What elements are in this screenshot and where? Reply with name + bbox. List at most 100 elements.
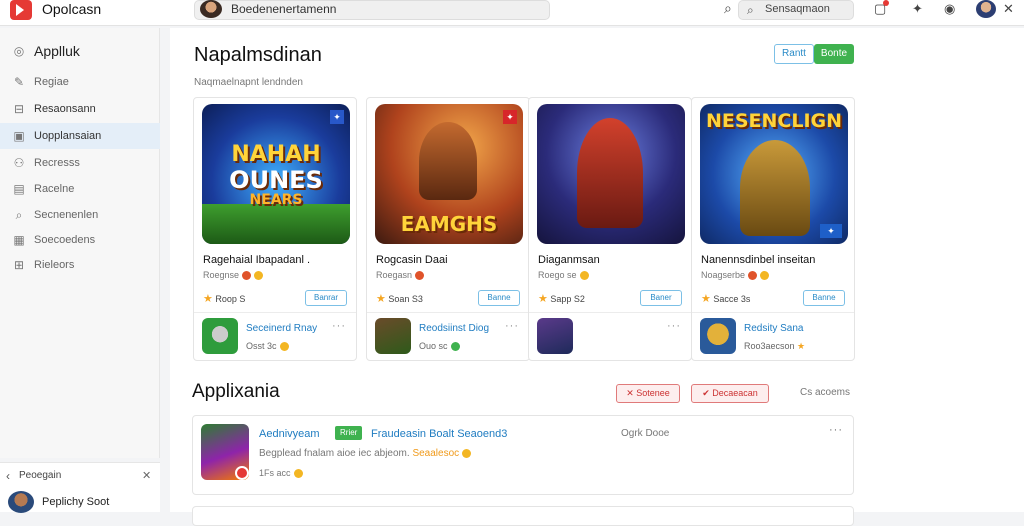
top-bar: Opolcasn Boedenenertamenn ⌕ ⌕ Sensaqmaon… (0, 0, 1024, 26)
sidebar-item-label: Resaonsann (34, 103, 96, 115)
divider (194, 312, 356, 313)
sidebar-item-label: Recresss (34, 157, 80, 169)
card-image-text: NAHAH (231, 142, 321, 167)
filter-button[interactable]: ✔ Decaeacan (691, 384, 769, 403)
card-image-text: NESENCLIGN (705, 110, 843, 132)
document-icon: ▤ (13, 182, 25, 196)
card-meta: Noagserbe (701, 270, 770, 281)
card-meta: Roegasn (376, 270, 425, 281)
side-footer-title: Peoegain (19, 470, 62, 481)
search-icon: ⌕ (15, 208, 23, 222)
list-item-publisher[interactable]: Fraudeasin Boalt Seaoend3 (371, 428, 507, 440)
secondary-button[interactable]: Rantt (774, 44, 814, 64)
rating-text: Soan S3 (388, 294, 423, 304)
grid-icon: ▦ (13, 233, 25, 247)
card-meta-text: Noagserbe (701, 270, 746, 280)
search-icon[interactable]: ⌕ (724, 0, 732, 17)
sidebar-item-rieleors[interactable]: ⊞ Rieleors (0, 252, 160, 278)
search-input[interactable]: ⌕ Sensaqmaon (738, 0, 854, 20)
mini-app-icon[interactable] (375, 318, 411, 354)
sidebar-item-soecoedens[interactable]: ▦ Soecoedens (0, 227, 160, 253)
card-meta-text: Roegasn (376, 270, 413, 280)
card-title: Rogcasin Daai (376, 254, 448, 266)
page-title: Napalmsdinan (194, 44, 322, 66)
app-card[interactable]: NAHAH OUNES NEARS ✦ Ragehaial Ibapadanl … (193, 97, 357, 361)
pencil-icon: ✎ (13, 75, 25, 89)
star-icon: ★ (203, 293, 213, 305)
card-image[interactable]: EAMGHS ✦ (375, 104, 523, 244)
users-icon: ⚇ (13, 156, 25, 170)
field-graphic (202, 204, 350, 244)
card-button[interactable]: Banrar (305, 290, 347, 306)
star-icon: ★ (701, 293, 711, 305)
mini-app-icon[interactable] (537, 318, 573, 354)
sidebar-item-resaonsann[interactable]: ⊟ Resaonsann (0, 96, 160, 122)
sidebar-item-label: Regiae (34, 76, 69, 88)
card-image[interactable]: NAHAH OUNES NEARS ✦ (202, 104, 350, 244)
filter-icon: ✔ (702, 388, 713, 398)
mini-app-icon[interactable] (202, 318, 238, 354)
sidebar-item-recresss[interactable]: ⚇ Recresss (0, 150, 160, 176)
sidebar-item-label: Secnenenlen (34, 209, 99, 221)
chevron-left-icon[interactable]: ‹ (6, 469, 10, 483)
card-image[interactable]: NESENCLIGN ✦ (700, 104, 848, 244)
more-icon[interactable]: ··· (332, 320, 346, 332)
card-meta-text: Roego se (538, 270, 577, 280)
app-card[interactable]: NESENCLIGN ✦ Nanennsdinbel inseitan Noag… (691, 97, 855, 361)
mini-app-name[interactable]: Reodsiinst Diog (419, 323, 489, 334)
user-avatar[interactable] (976, 0, 996, 18)
record-icon[interactable]: ◉ (944, 1, 955, 17)
status-icon (579, 271, 589, 281)
main-content: Napalmsdinan Naqmaelnapnt lendnden Rantt… (170, 28, 1024, 526)
description-highlight: Seaalesoc (412, 448, 460, 459)
app-card[interactable]: Diaganmsan Roego se ★ Sapp S2 Baner ··· (528, 97, 692, 361)
mini-app-name[interactable]: Seceinerd Rnay (246, 323, 317, 334)
character-graphic (419, 122, 477, 200)
status-icon (415, 271, 425, 281)
sidebar-header-label: Applluk (34, 43, 80, 59)
mini-app-icon[interactable] (700, 318, 736, 354)
status-icon (748, 271, 758, 281)
sidebar-item-racelne[interactable]: ▤ Racelne (0, 176, 160, 202)
card-button[interactable]: Banne (803, 290, 845, 306)
close-icon[interactable]: ✕ (1003, 1, 1014, 17)
card-image[interactable] (537, 104, 685, 244)
character-graphic (740, 140, 810, 236)
table-icon: ⊞ (13, 258, 25, 272)
sort-link[interactable]: Cs acoems (800, 387, 850, 398)
mini-app-name[interactable]: Redsity Sana (744, 323, 803, 334)
sidebar-item-uopplansaian[interactable]: ▣ Uopplansaian (0, 123, 160, 149)
list-item-status: Ogrk Dooe (621, 428, 669, 439)
coin-icon (462, 448, 472, 458)
list-item[interactable]: Aednivyeam Rrier Fraudeasin Boalt Seaoen… (192, 415, 854, 495)
list-item-stat: 1Fs acc (259, 468, 303, 479)
card-button[interactable]: Baner (640, 290, 682, 306)
card-image-text: EAMGHS (400, 212, 498, 236)
status-text: Ogrk Dooe (621, 428, 670, 439)
star-icon: ★ (538, 293, 548, 305)
card-rating: ★ Sapp S2 (538, 292, 585, 305)
status-icon (760, 271, 770, 281)
filter-button[interactable]: ✕ Sotenee (616, 384, 680, 403)
list-item[interactable] (192, 506, 854, 526)
card-button[interactable]: Banne (478, 290, 520, 306)
sidebar-header[interactable]: ◎ Applluk (0, 38, 160, 64)
star-icon: ★ (376, 293, 386, 305)
badge-icon: ✦ (330, 110, 344, 124)
address-bar[interactable]: Boedenenertamenn (194, 0, 550, 20)
puzzle-icon[interactable]: ✦ (912, 1, 923, 17)
rating-text: Sacce 3s (713, 294, 751, 304)
primary-button[interactable]: Bonte (814, 44, 854, 64)
search-placeholder: Sensaqmaon (765, 3, 830, 15)
list-item-name[interactable]: Aednivyeam (259, 428, 320, 440)
app-card[interactable]: EAMGHS ✦ Rogcasin Daai Roegasn ★ Soan S3… (366, 97, 530, 361)
more-icon[interactable]: ··· (505, 320, 519, 332)
more-icon[interactable]: ··· (667, 320, 681, 332)
close-icon[interactable]: ✕ (142, 469, 151, 482)
side-footer-user[interactable]: Peplichy Soot (42, 496, 109, 508)
sidebar-item-regiae[interactable]: ✎ Regiae (0, 69, 160, 95)
card-rating: ★ Roop S (203, 292, 245, 305)
sidebar-item-secnenenlen[interactable]: ⌕ Secnenenlen (0, 202, 160, 228)
list-item-description: Begplead fnalam aioe iec abjeom. Seaales… (259, 448, 472, 459)
more-icon[interactable]: ··· (829, 424, 843, 436)
